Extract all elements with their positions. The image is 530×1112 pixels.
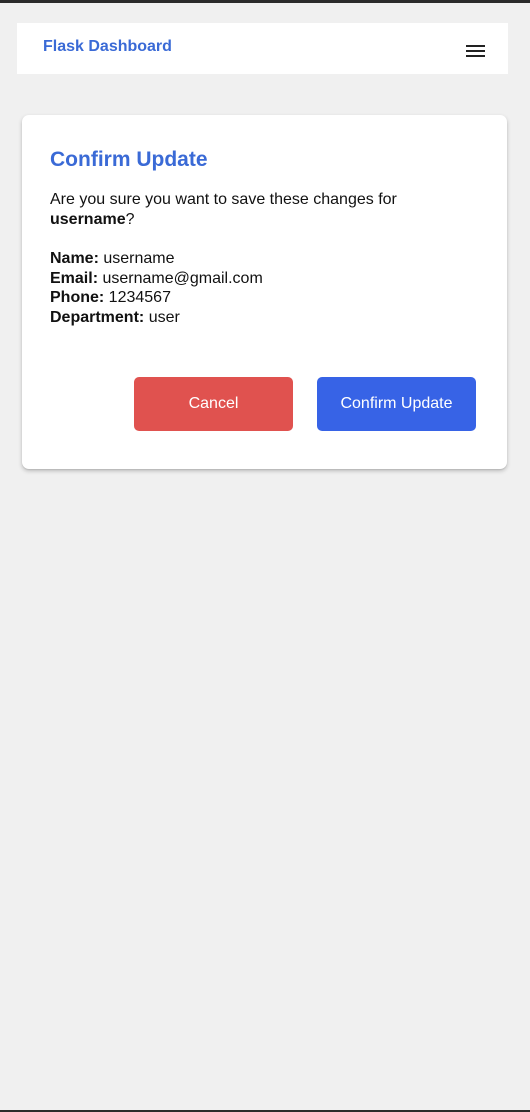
- detail-email: Email: username@gmail.com: [50, 269, 263, 289]
- detail-label: Phone:: [50, 289, 105, 307]
- hamburger-menu-icon[interactable]: [464, 43, 488, 59]
- confirm-prompt: Are you sure you want to save these chan…: [50, 190, 410, 230]
- dialog-title: Confirm Update: [50, 148, 208, 171]
- detail-value: 1234567: [108, 289, 171, 307]
- brand-title[interactable]: Flask Dashboard: [43, 38, 172, 56]
- detail-label: Department:: [50, 309, 145, 327]
- prompt-username: username: [50, 211, 126, 228]
- detail-value: username: [103, 250, 175, 267]
- confirm-update-dialog: Confirm Update Are you sure you want to …: [22, 115, 507, 469]
- detail-phone: Phone: 1234567: [50, 288, 263, 308]
- detail-label: Name:: [50, 250, 99, 267]
- detail-label: Email:: [50, 269, 99, 287]
- cancel-button[interactable]: Cancel: [134, 377, 293, 431]
- detail-value: username@gmail.com: [102, 269, 263, 287]
- window-top-edge: [0, 0, 530, 3]
- prompt-text: Are you sure you want to save these chan…: [50, 191, 397, 208]
- detail-department: Department: user: [50, 308, 263, 328]
- user-details: Name: username Email: username@gmail.com…: [50, 249, 263, 328]
- detail-name: Name: username: [50, 249, 263, 269]
- confirm-update-button[interactable]: Confirm Update: [317, 377, 476, 431]
- detail-value: user: [148, 309, 180, 327]
- navbar: Flask Dashboard: [17, 23, 508, 74]
- prompt-suffix: ?: [125, 211, 135, 228]
